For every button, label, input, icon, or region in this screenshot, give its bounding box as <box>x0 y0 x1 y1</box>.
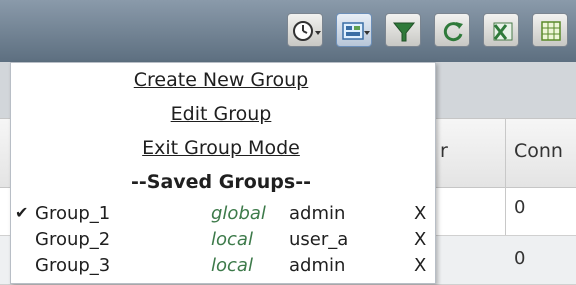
group-scope: global <box>211 203 266 224</box>
delete-group-button[interactable]: X <box>414 255 426 276</box>
delete-group-button[interactable]: X <box>414 203 426 224</box>
group-dropdown-icon <box>342 22 370 40</box>
saved-group-item[interactable]: Group_3 local admin X <box>11 255 431 279</box>
export-excel-icon <box>493 22 513 41</box>
refresh-button[interactable] <box>434 13 470 47</box>
table-icon <box>541 21 561 41</box>
column-header-connections[interactable]: Conn <box>514 140 563 162</box>
toolbar <box>0 0 576 63</box>
group-owner: user_a <box>289 229 349 250</box>
create-new-group-link[interactable]: Create New Group <box>11 69 431 91</box>
delete-group-button[interactable]: X <box>414 229 426 250</box>
refresh-icon <box>443 22 463 42</box>
saved-group-item[interactable]: Group_2 local user_a X <box>11 229 431 253</box>
group-name[interactable]: Group_3 <box>35 255 110 276</box>
exit-group-mode-link[interactable]: Exit Group Mode <box>11 137 431 159</box>
groups-dropdown-menu: Create New Group Edit Group Exit Group M… <box>10 62 436 284</box>
edit-group-link[interactable]: Edit Group <box>11 103 431 125</box>
saved-group-item[interactable]: ✔ Group_1 global admin X <box>11 203 431 227</box>
time-range-button[interactable] <box>287 13 323 47</box>
connections-cell: 0 <box>514 197 526 218</box>
connections-cell: 0 <box>514 248 526 269</box>
saved-groups-heading: --Saved Groups-- <box>131 171 311 193</box>
column-header-partial[interactable]: r <box>440 140 448 162</box>
clock-dropdown-icon <box>293 21 321 41</box>
table-view-button[interactable] <box>532 13 568 47</box>
checkmark-icon: ✔ <box>15 203 29 222</box>
filter-button[interactable] <box>385 13 421 47</box>
filter-icon <box>392 22 416 42</box>
group-owner: admin <box>289 203 346 224</box>
group-scope: local <box>211 255 253 276</box>
group-scope: local <box>211 229 253 250</box>
group-owner: admin <box>289 255 346 276</box>
export-excel-button[interactable] <box>483 13 519 47</box>
groups-button[interactable] <box>336 13 372 47</box>
group-name[interactable]: Group_1 <box>35 203 110 224</box>
group-name[interactable]: Group_2 <box>35 229 110 250</box>
